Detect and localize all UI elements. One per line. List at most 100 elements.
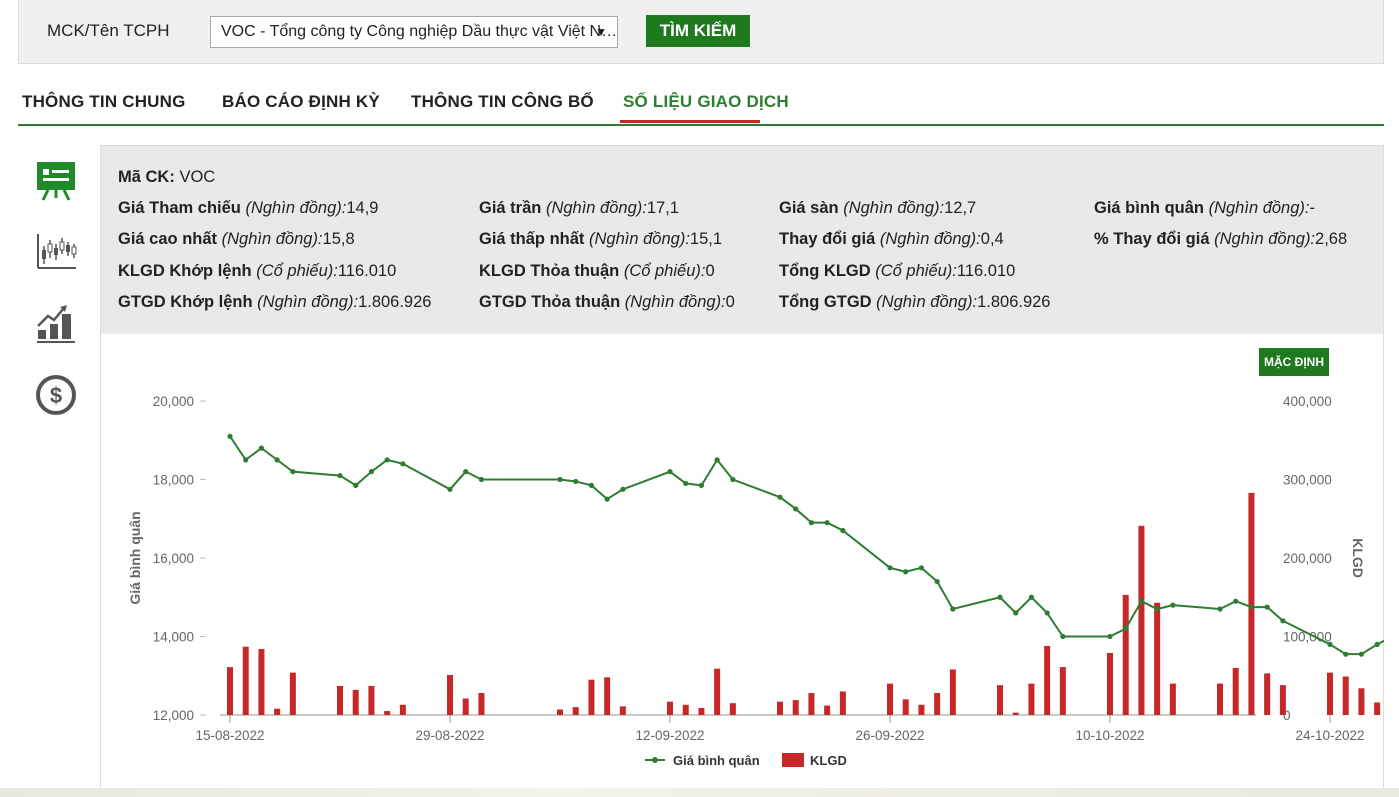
info-field-unit: (Nghìn đồng): — [876, 293, 978, 311]
legend-label: KLGD — [810, 753, 847, 768]
info-field-label: KLGD Khớp lệnh — [118, 262, 252, 280]
growth-bar-chart-icon[interactable] — [34, 302, 78, 346]
volume-bar — [352, 689, 359, 715]
volume-bar — [399, 704, 406, 715]
info-field-label: Giá Tham chiếu — [118, 199, 241, 217]
info-field-label: Tổng KLGD — [779, 262, 871, 280]
tab-trading-data[interactable]: SỐ LIỆU GIAO DỊCH — [623, 92, 789, 112]
y-axis-tick-label: 12,000 — [153, 708, 194, 723]
price-point — [808, 520, 815, 526]
price-point — [1123, 626, 1129, 632]
info-field: Giá thấp nhất (Nghìn đồng):15,1 — [479, 230, 722, 249]
candlestick-chart-icon[interactable] — [34, 230, 78, 274]
info-field-unit: (Nghìn đồng): — [1208, 199, 1310, 217]
active-tab-indicator — [620, 120, 760, 123]
price-point — [573, 478, 579, 485]
volume-bar — [572, 707, 579, 715]
y-axis-tick-label: 18,000 — [153, 473, 194, 488]
info-field: Tổng GTGD (Nghìn đồng):1.806.926 — [779, 293, 1050, 312]
price-point — [1154, 606, 1160, 612]
price-point — [588, 482, 595, 488]
volume-bar — [918, 704, 925, 715]
volume-bar — [384, 711, 391, 715]
volume-bar — [949, 669, 956, 715]
volume-bar — [462, 698, 469, 715]
price-point — [1028, 594, 1035, 600]
price-point — [934, 578, 940, 585]
price-point — [1358, 651, 1365, 657]
info-field-value: 12,7 — [944, 199, 977, 217]
x-axis-tick-label: 12-09-2022 — [635, 728, 704, 743]
x-axis-tick-label: 10-10-2022 — [1075, 728, 1144, 743]
volume-bar — [1279, 685, 1286, 715]
info-field-value: 1.806.926 — [358, 293, 432, 311]
volume-bar — [714, 668, 721, 715]
info-field-value: 2,68 — [1315, 230, 1348, 248]
tab-periodic-reports[interactable]: BÁO CÁO ĐỊNH KỲ — [222, 92, 380, 112]
price-point — [1343, 651, 1349, 657]
info-field-label: Giá cao nhất — [118, 230, 218, 248]
info-field: KLGD Thỏa thuận (Cổ phiếu):0 — [479, 262, 715, 281]
price-volume-chart: 20,000 18,000 16,000 14,000 12,000 400,000 300… — [127, 394, 1384, 768]
price-point — [903, 569, 909, 575]
info-field: Thay đổi giá (Nghìn đồng):0,4 — [779, 230, 1004, 249]
ticker-value: VOC — [179, 168, 216, 186]
info-field: Giá cao nhất (Nghìn đồng):15,8 — [118, 230, 355, 249]
volume-bar — [698, 707, 705, 715]
info-field: Giá Tham chiếu (Nghìn đồng):14,9 — [118, 199, 379, 218]
info-field-unit: (Cổ phiếu): — [256, 262, 338, 280]
price-point — [227, 433, 233, 439]
volume-bar — [258, 649, 265, 715]
reset-zoom-button[interactable]: MẶC ĐỊNH — [1259, 348, 1329, 376]
info-field-label: Giá trần — [479, 199, 542, 217]
tab-disclosures[interactable]: THÔNG TIN CÔNG BỐ — [411, 92, 594, 112]
price-point — [620, 486, 626, 492]
info-field: % Thay đổi giá (Nghìn đồng):2,68 — [1094, 230, 1347, 249]
y2-axis-tick-label: 200,000 — [1283, 551, 1332, 566]
info-field-value: 17,1 — [646, 199, 679, 217]
price-point — [1264, 604, 1270, 610]
volume-bar — [619, 706, 626, 715]
info-field-unit: (Nghìn đồng): — [843, 199, 945, 217]
tab-bar: THÔNG TIN CHUNG BÁO CÁO ĐỊNH KỲ THÔNG TI… — [18, 86, 1384, 126]
volume-bar — [1107, 652, 1113, 715]
volume-bar — [902, 699, 909, 715]
info-field-label: GTGD Khớp lệnh — [118, 293, 253, 311]
price-point — [1138, 598, 1145, 604]
price-point — [604, 496, 610, 502]
info-field-value: - — [1309, 199, 1316, 217]
dropdown-arrow-icon[interactable]: ▼ — [595, 17, 607, 47]
info-field-label: GTGD Thỏa thuận — [479, 293, 621, 311]
volume-bar — [1059, 667, 1066, 715]
dollar-coin-icon[interactable]: $ — [34, 373, 78, 417]
price-point — [667, 469, 673, 475]
price-point — [1280, 618, 1286, 624]
tab-general-info[interactable]: THÔNG TIN CHUNG — [22, 92, 186, 112]
volume-bar — [1122, 594, 1129, 715]
price-point — [1327, 641, 1333, 647]
y-axis-title: Giá bình quân — [127, 511, 143, 604]
volume-bar — [1358, 688, 1365, 715]
price-point — [243, 457, 249, 463]
price-point — [1107, 633, 1113, 640]
info-field-unit: (Nghìn đồng): — [1214, 230, 1316, 248]
info-field: Giá trần (Nghìn đồng):17,1 — [479, 199, 679, 218]
price-point — [463, 469, 469, 475]
y2-axis-tick-label: 300,000 — [1283, 473, 1332, 488]
info-field-unit: (Cổ phiếu): — [875, 262, 957, 280]
x-axis-tick-label: 26-09-2022 — [855, 728, 924, 743]
volume-bar — [1217, 683, 1223, 715]
price-point — [353, 482, 359, 488]
presentation-board-icon[interactable] — [34, 158, 78, 202]
volume-bar — [1154, 602, 1161, 715]
price-point — [337, 472, 343, 479]
info-field-value: 0,4 — [980, 230, 1004, 248]
company-select[interactable]: VOC - Tổng công ty Công nghiệp Dầu thực … — [210, 16, 618, 48]
search-button[interactable]: TÌM KIẾM — [646, 15, 750, 47]
info-field-label: Thay đổi giá — [779, 230, 876, 248]
volume-bar — [887, 683, 893, 715]
y2-axis-tick-label: 400,000 — [1283, 394, 1332, 409]
price-point — [1217, 606, 1223, 612]
volume-bar — [1264, 673, 1271, 715]
price-point — [824, 520, 830, 526]
